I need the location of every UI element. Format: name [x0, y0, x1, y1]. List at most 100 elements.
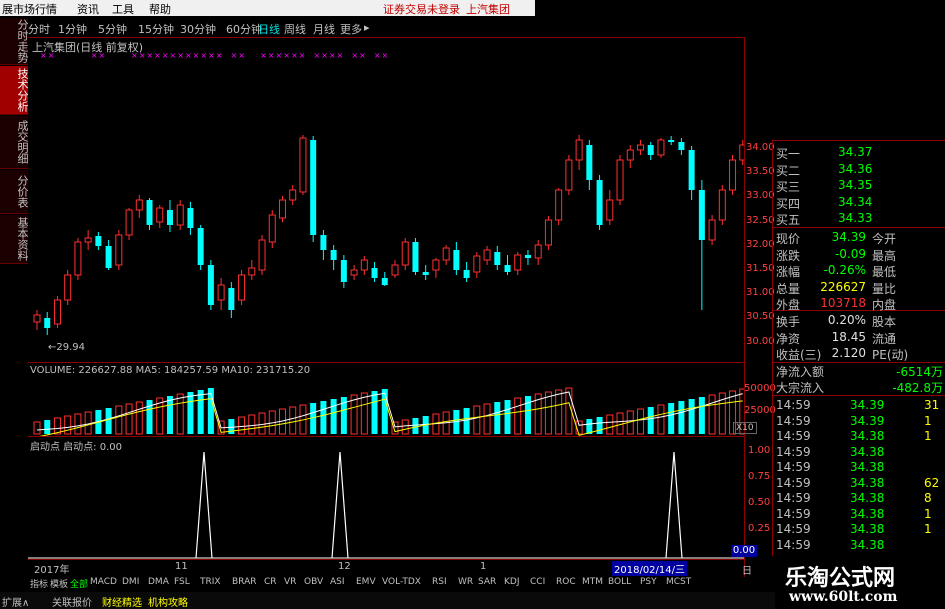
volume-bar: [616, 412, 624, 435]
quote-row-label-1: 涨跌: [776, 248, 801, 263]
tick-price-7: 34.38: [850, 506, 885, 521]
bottom-tab-2[interactable]: 财经精选: [102, 594, 142, 609]
indicator-tick-0: 1.00: [748, 445, 771, 456]
bid-label-3: 买四: [776, 196, 801, 211]
bottom-tab-3[interactable]: 机构攻略: [148, 594, 188, 609]
indicator-tab-15[interactable]: RSI: [432, 577, 447, 587]
quote-row-value-3: 226627: [820, 279, 866, 294]
indicator-tab-0[interactable]: 指标: [30, 577, 48, 590]
indicator-tab-12[interactable]: ASI: [330, 577, 345, 587]
side-tab-1[interactable]: 技术分析: [0, 66, 29, 115]
quote-row-label2-0: 今开: [872, 232, 897, 246]
indicator-tab-13[interactable]: EMV: [356, 577, 376, 587]
period-tab-2[interactable]: 5分钟: [98, 21, 127, 37]
quote-row-value-1: -0.09: [834, 246, 866, 261]
price-tick-4: 32.00: [746, 238, 775, 250]
tick-price-5: 34.38: [850, 475, 885, 490]
tick-time-7: 14:59: [776, 506, 811, 521]
side-tab-3[interactable]: 分价表: [0, 170, 29, 214]
volume-bar: [64, 415, 72, 435]
indicator-zero-box: 0.00: [731, 545, 757, 557]
period-tab-1[interactable]: 1分钟: [58, 21, 87, 37]
candle-body: [626, 149, 634, 161]
login-notice[interactable]: 证券交易未登录: [383, 1, 460, 17]
indicator-tab-8[interactable]: BRAR: [232, 577, 256, 587]
tick-price-9: 34.38: [850, 537, 885, 552]
period-tab-6[interactable]: 日线: [258, 21, 280, 37]
indicator-tab-3[interactable]: MACD: [90, 577, 117, 587]
indicator-tab-1[interactable]: 模板: [50, 577, 68, 590]
candlestick-chart[interactable]: [28, 60, 744, 360]
indicator-tab-7[interactable]: TRIX: [200, 577, 221, 587]
period-tab-4[interactable]: 30分钟: [180, 21, 216, 37]
period-tab-3[interactable]: 15分钟: [138, 21, 174, 37]
indicator-tab-9[interactable]: CR: [264, 577, 277, 587]
candle-body: [494, 252, 501, 265]
menu-stock-name: 上汽集团: [466, 3, 510, 16]
indicator-tab-14[interactable]: VOL-TDX: [382, 577, 421, 587]
menu-market[interactable]: 展市场行情: [2, 1, 57, 17]
indicator-tab-20[interactable]: ROC: [556, 577, 576, 587]
candle-body: [176, 204, 184, 226]
side-tab-4[interactable]: 基本资料: [0, 215, 29, 264]
indicator-tab-2[interactable]: 全部: [70, 577, 88, 590]
indicator-tick-2: 0.50: [748, 497, 771, 508]
tick-price-3: 34.38: [850, 444, 885, 459]
tick-vol-8: 1: [924, 522, 932, 536]
side-tab-2[interactable]: 成交明细: [0, 116, 29, 169]
volume-bar: [258, 412, 266, 435]
indicator-tab-23[interactable]: PSY: [640, 577, 657, 587]
period-tab-0[interactable]: 分时: [28, 21, 50, 37]
period-tab-5[interactable]: 60分钟: [226, 21, 262, 37]
menu-help[interactable]: 帮助: [149, 1, 171, 17]
bottom-tab-0[interactable]: 扩展∧: [2, 594, 29, 609]
candle-body: [391, 264, 399, 276]
bid-price-0: 34.37: [838, 145, 873, 159]
tick-price-8: 34.38: [850, 522, 885, 536]
tick-vol-7: 1: [924, 506, 932, 521]
indicator-tab-16[interactable]: WR: [458, 577, 473, 587]
period-tab-8[interactable]: 月线: [313, 21, 335, 37]
volume-bar: [187, 392, 194, 434]
indicator-tab-5[interactable]: DMA: [148, 577, 169, 587]
tick-time-8: 14:59: [776, 522, 811, 536]
period-tab-9[interactable]: 更多: [340, 21, 362, 37]
quote-row-label-3: 总量: [776, 281, 801, 296]
indicator-tab-21[interactable]: MTM: [582, 577, 603, 587]
quote-row2-label2-1: 流通: [872, 331, 897, 346]
menu-tools[interactable]: 工具: [112, 1, 134, 17]
candle-body: [401, 241, 409, 266]
candle-body: [360, 259, 368, 271]
indicator-tab-17[interactable]: SAR: [478, 577, 496, 587]
candle-body: [44, 318, 51, 328]
indicator-tab-11[interactable]: OBV: [304, 577, 323, 587]
menu-news[interactable]: 资讯: [77, 1, 99, 17]
tick-vol-2: 1: [924, 429, 932, 443]
quote-row-value-0: 34.39: [831, 230, 866, 244]
more-arrow-icon[interactable]: ▸: [364, 21, 370, 34]
candle-body: [64, 274, 72, 301]
volume-bar: [647, 407, 654, 434]
candle-body: [534, 244, 542, 259]
price-tick-6: 31.00: [746, 287, 775, 299]
volume-bar: [248, 414, 256, 435]
indicator-tab-6[interactable]: FSL: [174, 577, 190, 587]
indicator-tab-24[interactable]: MCST: [666, 577, 691, 587]
signal-spike: [331, 451, 349, 559]
tick-time-2: 14:59: [776, 429, 811, 443]
indicator-tab-4[interactable]: DMI: [122, 577, 139, 587]
bid-label-0: 买一: [776, 147, 801, 161]
volume-chart[interactable]: [28, 376, 744, 436]
date-cursor: 2018/02/14/三: [612, 561, 688, 576]
period-tab-7[interactable]: 周线: [284, 21, 306, 37]
tick-vol-6: 8: [924, 491, 932, 505]
indicator-chart[interactable]: [28, 450, 744, 560]
indicator-tab-19[interactable]: CCI: [530, 577, 545, 587]
indicator-tab-10[interactable]: VR: [284, 577, 296, 587]
volume-bar: [657, 404, 665, 435]
bottom-tab-1[interactable]: 关联报价: [52, 594, 92, 609]
side-tab-0[interactable]: 分时走势: [0, 18, 29, 65]
indicator-tab-22[interactable]: BOLL: [608, 577, 631, 587]
indicator-tab-18[interactable]: KDJ: [504, 577, 520, 587]
bid-label-1: 买二: [776, 163, 801, 178]
